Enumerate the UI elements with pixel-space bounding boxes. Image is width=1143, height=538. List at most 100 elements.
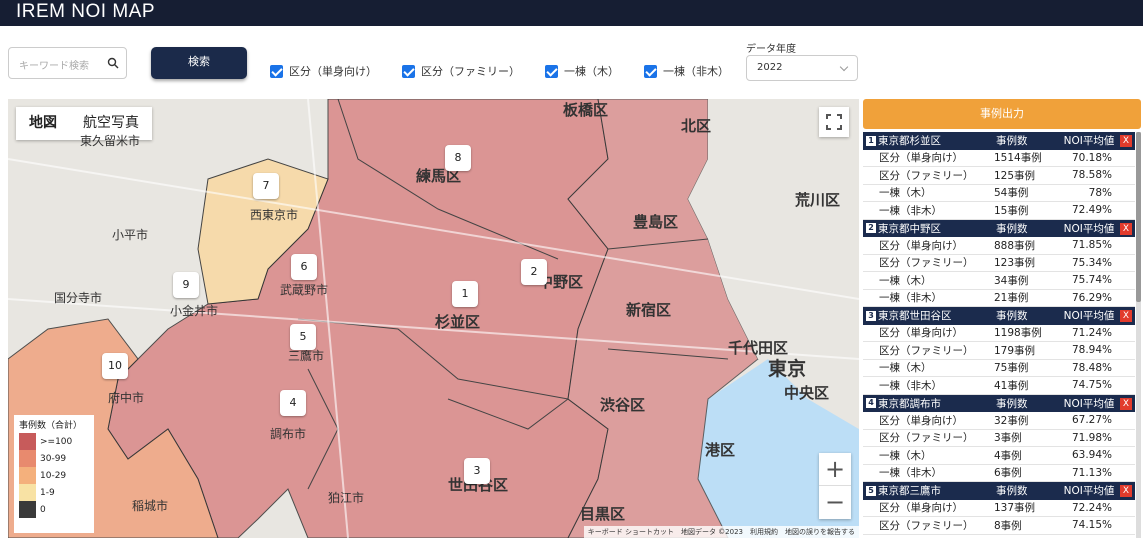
table-row: 区分（ファミリー） 3事例 71.98% bbox=[863, 430, 1135, 447]
scrollbar-thumb[interactable] bbox=[1136, 132, 1141, 302]
close-icon[interactable]: X bbox=[1120, 397, 1132, 410]
map-marker[interactable]: 7 bbox=[253, 173, 279, 199]
row-avg: 74.75% bbox=[1071, 379, 1112, 392]
row-label: 一棟（木） bbox=[879, 362, 932, 375]
search-icon bbox=[107, 57, 119, 69]
table-row: 区分（ファミリー） 123事例 75.34% bbox=[863, 255, 1135, 272]
group-number: 2 bbox=[866, 223, 876, 234]
map-marker[interactable]: 2 bbox=[521, 259, 547, 285]
map-marker[interactable]: 4 bbox=[280, 390, 306, 416]
map-marker[interactable]: 5 bbox=[290, 324, 316, 350]
zoom-out-button[interactable]: − bbox=[819, 486, 851, 519]
filter-checkbox-nonwood[interactable]: 一棟（非木） bbox=[644, 63, 729, 79]
close-icon[interactable]: X bbox=[1120, 222, 1132, 235]
place-label: 板橋区 bbox=[563, 101, 609, 119]
place-label: 北区 bbox=[681, 117, 712, 135]
map-attribution[interactable]: キーボード ショートカット 地図データ ©2023 利用規約 地図の誤りを報告す… bbox=[583, 526, 859, 538]
row-count: 32事例 bbox=[994, 414, 1029, 427]
scrollbar[interactable] bbox=[1136, 132, 1141, 538]
fullscreen-button[interactable] bbox=[819, 107, 849, 137]
table-row: 区分（単身向け） 1198事例 71.24% bbox=[863, 325, 1135, 342]
place-label: 府中市 bbox=[108, 391, 145, 405]
search-placeholder: キーワード検索 bbox=[19, 61, 89, 72]
zoom-in-button[interactable]: + bbox=[819, 453, 851, 486]
map-marker[interactable]: 9 bbox=[173, 272, 199, 298]
group-name: 東京都世田谷区 bbox=[878, 310, 952, 323]
results-table: 1 東京都杉並区 事例数 NOI平均値 X 区分（単身向け） 1514事例 70.18% 区分（… bbox=[863, 132, 1135, 535]
filter-label: 区分（単身向け） bbox=[289, 65, 377, 78]
col-avg-header: NOI平均値 bbox=[1063, 485, 1115, 498]
map-marker[interactable]: 6 bbox=[291, 254, 317, 280]
col-avg-header: NOI平均値 bbox=[1063, 135, 1115, 148]
close-icon[interactable]: X bbox=[1120, 310, 1132, 322]
legend-label: 30-99 bbox=[40, 453, 67, 464]
row-count: 1514事例 bbox=[994, 152, 1042, 165]
close-icon[interactable]: X bbox=[1120, 485, 1132, 497]
row-avg: 78.58% bbox=[1071, 169, 1112, 182]
legend-label: >=100 bbox=[40, 436, 73, 447]
row-avg: 63.94% bbox=[1071, 449, 1112, 462]
place-label: 渋谷区 bbox=[600, 396, 646, 414]
table-row: 区分（単身向け） 888事例 71.85% bbox=[863, 237, 1135, 255]
table-row: 区分（単身向け） 32事例 67.27% bbox=[863, 412, 1135, 430]
row-count: 41事例 bbox=[994, 379, 1029, 392]
row-count: 137事例 bbox=[994, 502, 1036, 515]
place-label: 豊島区 bbox=[633, 213, 679, 231]
col-count-header: 事例数 bbox=[996, 222, 1028, 235]
map-marker[interactable]: 3 bbox=[464, 458, 490, 484]
row-count: 8事例 bbox=[994, 519, 1022, 532]
filter-checkbox-family[interactable]: 区分（ファミリー） bbox=[402, 63, 520, 79]
map-canvas[interactable]: 地図 航空写真 練馬区 杉並区 中野区 新宿区 渋谷区 世田谷区 目黒区 港区 … bbox=[8, 99, 859, 538]
table-group-header: 4 東京都調布市 事例数 NOI平均値 X bbox=[863, 394, 1135, 412]
table-group-header: 2 東京都中野区 事例数 NOI平均値 X bbox=[863, 219, 1135, 237]
row-count: 1198事例 bbox=[994, 327, 1042, 340]
filter-label: 一棟（非木） bbox=[663, 65, 729, 78]
row-avg: 71.98% bbox=[1071, 431, 1112, 444]
row-count: 4事例 bbox=[994, 449, 1022, 462]
col-avg-header: NOI平均値 bbox=[1063, 310, 1115, 323]
year-select[interactable]: 2022 bbox=[746, 55, 858, 81]
row-avg: 75.34% bbox=[1071, 256, 1112, 269]
col-count-header: 事例数 bbox=[996, 397, 1028, 410]
checkbox-checked-icon bbox=[545, 64, 558, 78]
table-row: 一棟（非木） 41事例 74.75% bbox=[863, 377, 1135, 395]
table-group-header: 3 東京都世田谷区 事例数 NOI平均値 X bbox=[863, 307, 1135, 325]
search-input[interactable]: キーワード検索 bbox=[8, 47, 127, 79]
map-marker[interactable]: 10 bbox=[102, 353, 128, 379]
table-row: 一棟（非木） 15事例 72.49% bbox=[863, 202, 1135, 220]
row-label: 区分（単身向け） bbox=[879, 502, 963, 515]
app-title: IREM NOI MAP bbox=[0, 0, 1143, 26]
legend-label: 0 bbox=[40, 504, 46, 515]
row-avg: 78.94% bbox=[1071, 344, 1112, 357]
map-marker[interactable]: 8 bbox=[445, 145, 471, 171]
map-marker[interactable]: 1 bbox=[452, 281, 478, 307]
table-row: 一棟（木） 54事例 78% bbox=[863, 185, 1135, 202]
filter-label: 区分（ファミリー） bbox=[421, 65, 520, 78]
row-label: 区分（単身向け） bbox=[879, 239, 963, 252]
table-group-header: 5 東京都三鷹市 事例数 NOI平均値 X bbox=[863, 482, 1135, 500]
row-count: 123事例 bbox=[994, 257, 1036, 270]
row-avg: 76.29% bbox=[1071, 291, 1112, 304]
results-panel: 事例出力 1 東京都杉並区 事例数 NOI平均値 X 区分（単身向け） 1514事例 70.1… bbox=[863, 99, 1142, 538]
row-label: 区分（単身向け） bbox=[879, 152, 963, 165]
group-number: 1 bbox=[866, 135, 876, 146]
tab-map[interactable]: 地図 bbox=[16, 107, 70, 140]
row-count: 21事例 bbox=[994, 292, 1029, 305]
row-count: 34事例 bbox=[994, 274, 1029, 287]
filter-checkbox-wood[interactable]: 一棟（木） bbox=[545, 63, 619, 79]
row-label: 区分（ファミリー） bbox=[879, 257, 974, 270]
legend-swatch bbox=[19, 501, 36, 518]
legend-item: 1-9 bbox=[19, 484, 89, 501]
place-label: 東京 bbox=[768, 358, 807, 380]
row-avg: 70.18% bbox=[1071, 151, 1112, 164]
row-label: 区分（単身向け） bbox=[879, 327, 963, 340]
col-avg-header: NOI平均値 bbox=[1063, 397, 1115, 410]
place-label: 東久留米市 bbox=[80, 134, 141, 148]
export-button[interactable]: 事例出力 bbox=[863, 99, 1141, 129]
table-row: 区分（単身向け） 137事例 72.24% bbox=[863, 500, 1135, 517]
table-row: 一棟（木） 34事例 75.74% bbox=[863, 272, 1135, 290]
place-label: 小金井市 bbox=[170, 304, 219, 318]
close-icon[interactable]: X bbox=[1120, 135, 1132, 147]
filter-checkbox-tanshin[interactable]: 区分（単身向け） bbox=[270, 63, 377, 79]
search-button[interactable]: 検索 bbox=[151, 47, 247, 79]
